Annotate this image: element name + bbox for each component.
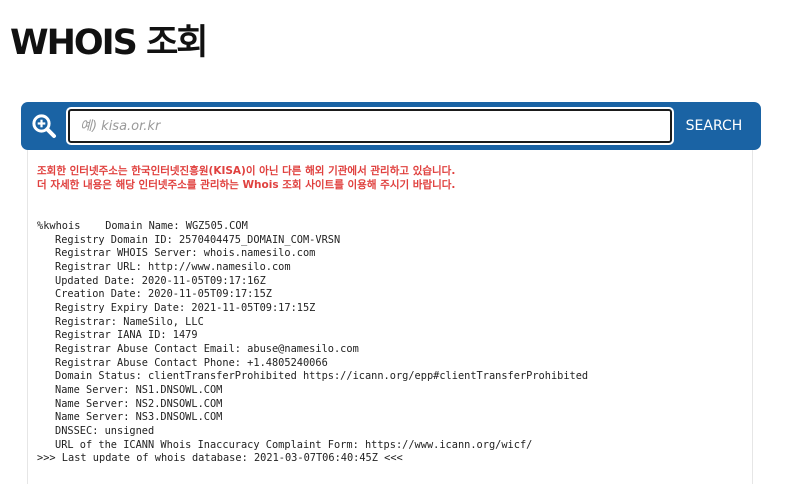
result-panel: 조회한 인터넷주소는 한국인터넷진흥원(KISA)이 아닌 다른 해외 기관에서… [27,150,753,484]
search-input[interactable] [66,107,674,145]
whois-line: Registry Expiry Date: 2021-11-05T09:17:1… [55,301,316,314]
overseas-notice: 조회한 인터넷주소는 한국인터넷진흥원(KISA)이 아닌 다른 해외 기관에서… [37,164,455,192]
whois-line: Registrar URL: http://www.namesilo.com [55,260,291,273]
whois-line: Domain Status: clientTransferProhibited … [55,370,589,383]
search-icon[interactable] [31,113,57,139]
search-button[interactable]: SEARCH [673,108,755,144]
page-title: WHOIS 조회 [10,23,208,63]
whois-line: Registrar IANA ID: 1479 [55,329,198,342]
whois-line: Registrar WHOIS Server: whois.namesilo.c… [55,247,316,260]
whois-line: Registrar Abuse Contact Phone: +1.480524… [55,356,328,369]
notice-line: 더 자세한 내용은 해당 인터넷주소를 관리하는 Whois 조회 사이트를 이… [37,179,456,191]
whois-line: Creation Date: 2020-11-05T09:17:15Z [55,288,272,301]
whois-line: Registrar: NameSilo, LLC [55,315,204,328]
whois-line: Name Server: NS2.DNSOWL.COM [55,397,223,410]
whois-line: Updated Date: 2020-11-05T09:17:16Z [55,274,266,287]
whois-line: Name Server: NS3.DNSOWL.COM [55,411,223,424]
whois-line: >>> Last update of whois database: 2021-… [37,452,403,465]
whois-line: Registry Domain ID: 2570404475_DOMAIN_CO… [55,233,341,246]
whois-line: URL of the ICANN Whois Inaccuracy Compla… [55,438,533,451]
whois-line: Name Server: NS1.DNSOWL.COM [55,383,223,396]
whois-line: DNSSEC: unsigned [55,424,155,437]
whois-line: Registrar Abuse Contact Email: abuse@nam… [55,342,359,355]
whois-line: %kwhois Domain Name: WGZ505.COM [37,220,248,232]
whois-output: %kwhois Domain Name: WGZ505.COM Registry … [37,220,588,466]
search-form: SEARCH [21,102,761,150]
notice-line: 조회한 인터넷주소는 한국인터넷진흥원(KISA)이 아닌 다른 해외 기관에서… [37,165,456,177]
